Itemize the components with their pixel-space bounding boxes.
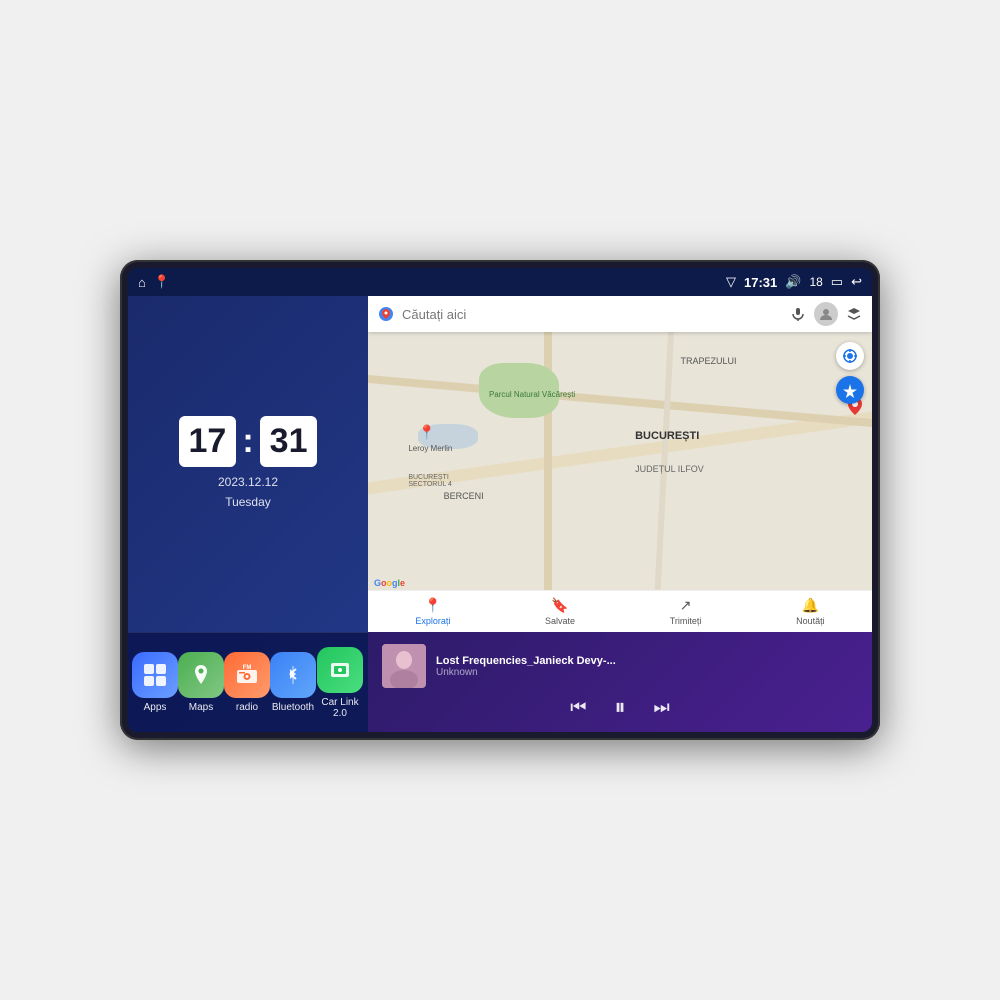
apps-label: Apps (144, 702, 167, 713)
left-panel: 17 : 31 2023.12.12 Tuesday (128, 296, 368, 732)
map-label-bucharest: BUCUREȘTI (635, 430, 699, 442)
map-nav-news[interactable]: 🔔 Noutăți (796, 597, 825, 626)
map-search-bar[interactable]: Căutați aici (368, 296, 872, 332)
map-label-leroy: Leroy Merlin (408, 444, 452, 453)
screen: ⌂ 📍 ▽ 17:31 🔊 18 ▭ ↩ 17 (128, 268, 872, 732)
map-controls (836, 342, 864, 404)
svg-text:FM: FM (243, 665, 252, 671)
radio-icon: FM (224, 652, 270, 698)
user-avatar[interactable] (814, 302, 838, 326)
map-label-trapezului: TRAPEZULUI (680, 356, 736, 366)
explore-label: Explorați (415, 616, 450, 626)
radio-label: radio (236, 702, 258, 713)
news-icon: 🔔 (802, 597, 819, 614)
carlink-label: Car Link 2.0 (316, 697, 364, 719)
prev-button[interactable]: ⏮ (570, 697, 586, 718)
clock-hours-card: 17 (179, 416, 237, 467)
app-item-bluetooth[interactable]: Bluetooth (270, 652, 316, 713)
apps-icon (132, 652, 178, 698)
share-icon: ↗ (680, 597, 692, 614)
main-content: 17 : 31 2023.12.12 Tuesday (128, 296, 872, 732)
battery-icon: ▭ (831, 274, 843, 290)
search-placeholder: Căutați aici (402, 307, 466, 322)
next-button[interactable]: ⏭ (654, 697, 670, 718)
music-artist: Unknown (436, 667, 858, 678)
status-bar: ⌂ 📍 ▽ 17:31 🔊 18 ▭ ↩ (128, 268, 872, 296)
music-controls: ⏮ ⏸ ⏭ (382, 694, 858, 720)
map-nav-saved[interactable]: 🔖 Salvate (545, 597, 575, 626)
apps-bar: Apps Maps (128, 632, 368, 732)
search-input[interactable]: Căutați aici (402, 307, 782, 322)
map-label-ilfov: JUDEȚUL ILFOV (635, 464, 704, 474)
maps-icon (178, 652, 224, 698)
layers-icon[interactable] (846, 306, 862, 322)
google-logo: Google (374, 578, 405, 588)
music-top: Lost Frequencies_Janieck Devy-... Unknow… (382, 644, 858, 688)
app-item-radio[interactable]: FM radio (224, 652, 270, 713)
signal-icon: ▽ (726, 274, 736, 290)
music-info: Lost Frequencies_Janieck Devy-... Unknow… (436, 655, 858, 678)
volume-icon: 🔊 (785, 274, 801, 290)
bluetooth-icon (270, 652, 316, 698)
back-icon[interactable]: ↩ (851, 274, 862, 290)
app-item-apps[interactable]: Apps (132, 652, 178, 713)
status-time: 17:31 (744, 275, 777, 290)
map-label-sector4: BUCUREȘTISECTORUL 4 (408, 474, 452, 488)
maps-label: Maps (189, 702, 213, 713)
clock-date: 2023.12.12 Tuesday (218, 473, 278, 511)
map-nav-explore[interactable]: 📍 Explorați (415, 597, 450, 626)
album-art (382, 644, 426, 688)
clock-widget: 17 : 31 2023.12.12 Tuesday (128, 296, 368, 632)
mic-icon[interactable] (790, 306, 806, 322)
clock-hours: 17 (189, 422, 227, 460)
map-area: BUCUREȘTI JUDEȚUL ILFOV TRAPEZULUI BERCE… (368, 296, 872, 632)
map-nav-share[interactable]: ↗ Trimiteți (670, 597, 702, 626)
clock-day: Tuesday (218, 493, 278, 512)
clock-minutes-card: 31 (260, 416, 318, 467)
maps-logo-icon (378, 306, 394, 322)
clock-display: 17 : 31 (179, 416, 318, 467)
explore-icon: 📍 (424, 597, 441, 614)
saved-icon: 🔖 (551, 597, 568, 614)
volume-level: 18 (809, 275, 822, 289)
map-nav-bar: 📍 Explorați 🔖 Salvate ↗ Trimiteți 🔔 (368, 590, 872, 632)
maps-status-icon[interactable]: 📍 (154, 274, 170, 290)
app-item-maps[interactable]: Maps (178, 652, 224, 713)
map-widget[interactable]: BUCUREȘTI JUDEȚUL ILFOV TRAPEZULUI BERCE… (368, 296, 872, 632)
clock-date-value: 2023.12.12 (218, 473, 278, 492)
map-pin: 📍 (418, 424, 435, 441)
play-pause-button[interactable]: ⏸ (614, 694, 625, 720)
status-left: ⌂ 📍 (138, 274, 170, 290)
location-button[interactable] (836, 342, 864, 370)
news-label: Noutăți (796, 616, 825, 626)
map-label-park: Parcul Natural Văcărești (489, 390, 569, 399)
album-face (382, 644, 426, 688)
saved-label: Salvate (545, 616, 575, 626)
clock-colon: : (242, 422, 253, 461)
clock-minutes: 31 (270, 422, 308, 460)
app-item-carlink[interactable]: Car Link 2.0 (316, 647, 364, 719)
share-label: Trimiteți (670, 616, 702, 626)
music-title: Lost Frequencies_Janieck Devy-... (436, 655, 858, 667)
status-right: ▽ 17:31 🔊 18 ▭ ↩ (726, 274, 862, 290)
map-label-berceni: BERCENI (444, 491, 484, 501)
car-head-unit: ⌂ 📍 ▽ 17:31 🔊 18 ▭ ↩ 17 (120, 260, 880, 740)
music-player: Lost Frequencies_Janieck Devy-... Unknow… (368, 632, 872, 732)
navigate-button[interactable] (836, 376, 864, 404)
home-icon[interactable]: ⌂ (138, 275, 146, 290)
bluetooth-label: Bluetooth (272, 702, 314, 713)
right-panel: BUCUREȘTI JUDEȚUL ILFOV TRAPEZULUI BERCE… (368, 296, 872, 732)
carlink-icon (317, 647, 363, 693)
